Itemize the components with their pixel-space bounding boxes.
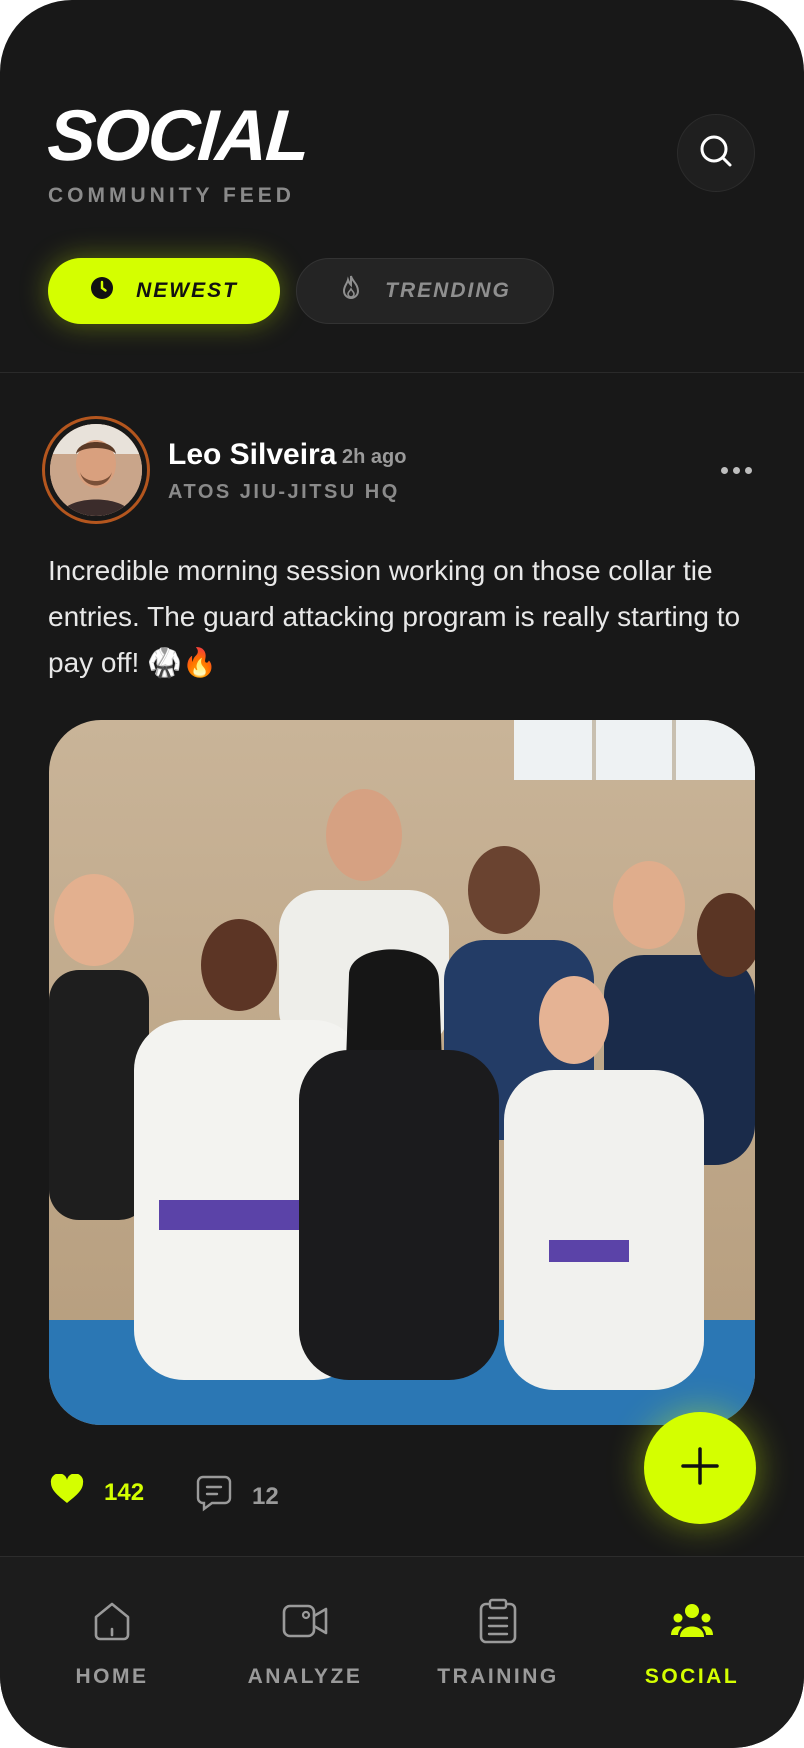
nav-item-training[interactable]: TRAINING bbox=[408, 1597, 588, 1689]
tab-newest[interactable]: NEWEST bbox=[48, 258, 280, 324]
bottom-nav: HOME ANALYZE TRAINING SOCIAL bbox=[0, 1556, 804, 1748]
users-icon bbox=[668, 1597, 716, 1645]
tab-trending-label: TRENDING bbox=[385, 279, 511, 302]
dot bbox=[732, 466, 740, 474]
post-photo[interactable] bbox=[49, 720, 755, 1425]
heart-icon bbox=[50, 1473, 84, 1511]
dot bbox=[744, 466, 752, 474]
post-text: Incredible morning session working on th… bbox=[48, 555, 741, 678]
more-options-button[interactable] bbox=[716, 454, 756, 486]
comment-icon bbox=[196, 1474, 232, 1519]
comment-count: 12 bbox=[252, 1482, 279, 1510]
post-timestamp: 2h ago bbox=[342, 446, 407, 468]
nav-item-social[interactable]: SOCIAL bbox=[602, 1597, 782, 1689]
flame-icon bbox=[339, 274, 363, 308]
home-icon bbox=[88, 1597, 136, 1645]
tab-trending[interactable]: TRENDING bbox=[296, 258, 554, 324]
avatar-image bbox=[50, 424, 142, 516]
dot bbox=[720, 466, 728, 474]
author-name[interactable]: Leo Silveira bbox=[168, 438, 336, 472]
clock-icon bbox=[90, 276, 114, 306]
search-icon bbox=[697, 132, 735, 175]
like-button[interactable]: 142 bbox=[50, 1473, 145, 1511]
clipboard-icon bbox=[474, 1597, 522, 1645]
page-title: SOCIAL bbox=[45, 96, 311, 176]
nav-item-analyze[interactable]: ANALYZE bbox=[215, 1597, 395, 1689]
nav-item-home[interactable]: HOME bbox=[22, 1597, 202, 1689]
nav-label-home: HOME bbox=[75, 1665, 149, 1688]
page-subtitle: COMMUNITY FEED bbox=[48, 184, 295, 207]
video-camera-icon bbox=[281, 1597, 329, 1645]
nav-label-analyze: ANALYZE bbox=[247, 1665, 363, 1688]
nav-label-training: TRAINING bbox=[437, 1665, 559, 1688]
tab-newest-label: NEWEST bbox=[136, 279, 238, 302]
like-count: 142 bbox=[104, 1478, 145, 1506]
author-gym: ATOS JIU-JITSU HQ bbox=[168, 481, 400, 503]
plus-icon bbox=[680, 1446, 720, 1491]
divider bbox=[0, 372, 804, 373]
avatar[interactable] bbox=[42, 416, 150, 524]
comment-button[interactable]: 12 bbox=[196, 1474, 279, 1519]
new-post-button[interactable] bbox=[644, 1412, 756, 1524]
nav-label-social: SOCIAL bbox=[644, 1665, 740, 1688]
search-button[interactable] bbox=[677, 114, 755, 192]
app-screen: SOCIAL COMMUNITY FEED NEWEST TRENDING Le… bbox=[0, 0, 804, 1748]
